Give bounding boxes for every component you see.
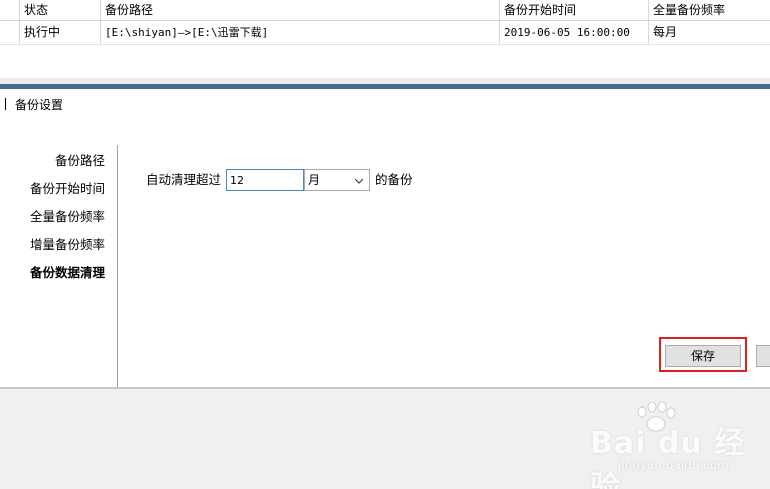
nav-item-incremental-backup-frequency[interactable]: 增量备份频率 [30,236,105,254]
table-header: 状态 备份路径 备份开始时间 全量备份频率 [0,0,770,21]
column-header-status[interactable]: 状态 [20,0,101,20]
cell-status: 执行中 [20,21,101,44]
panel-title: 备份设置 [5,97,63,113]
cell-path: [E:\shiyan]—>[E:\迅雷下载] [101,21,500,44]
cell-frequency: 每月 [653,25,678,39]
nav-divider [117,145,118,388]
cleanup-unit-select[interactable]: 月 [304,169,370,191]
secondary-button[interactable] [756,345,770,367]
panel-title-text: 备份设置 [15,98,64,112]
chevron-down-icon [355,178,363,184]
baidu-watermark-url: jingyan.baidu.com [618,458,729,472]
cleanup-row: 自动清理超过 月 的备份 [146,169,546,191]
save-button[interactable]: 保存 [665,345,741,367]
baidu-watermark-logo: Bai du 经验 [590,426,746,489]
nav-item-backup-data-cleanup[interactable]: 备份数据清理 [30,264,105,282]
cleanup-value-input[interactable] [226,169,304,191]
cleanup-unit-value: 月 [308,173,321,187]
row-indicator-header [0,0,20,20]
settings-nav: 备份路径 备份开始时间 全量备份频率 增量备份频率 备份数据清理 [0,145,117,388]
nav-item-backup-path[interactable]: 备份路径 [55,152,105,170]
nav-item-backup-start-time[interactable]: 备份开始时间 [30,180,105,198]
cell-start-time: 2019-06-05 16:00:00 [500,21,649,44]
backup-settings-panel: 备份设置 备份路径 备份开始时间 全量备份频率 增量备份频率 备份数据清理 自动… [0,89,770,388]
table-empty-area [0,46,770,78]
nav-item-full-backup-frequency[interactable]: 全量备份频率 [30,208,105,226]
row-indicator [0,21,20,44]
cleanup-prefix-label: 自动清理超过 [146,172,222,187]
column-header-path[interactable]: 备份路径 [101,0,500,20]
column-header-frequency[interactable]: 全量备份频率 [649,0,770,20]
title-marker [5,98,6,110]
table-row[interactable]: 执行中 [E:\shiyan]—>[E:\迅雷下载] 2019-06-05 16… [0,21,770,45]
column-header-start-time[interactable]: 备份开始时间 [500,0,649,20]
cleanup-suffix-label: 的备份 [375,172,413,187]
